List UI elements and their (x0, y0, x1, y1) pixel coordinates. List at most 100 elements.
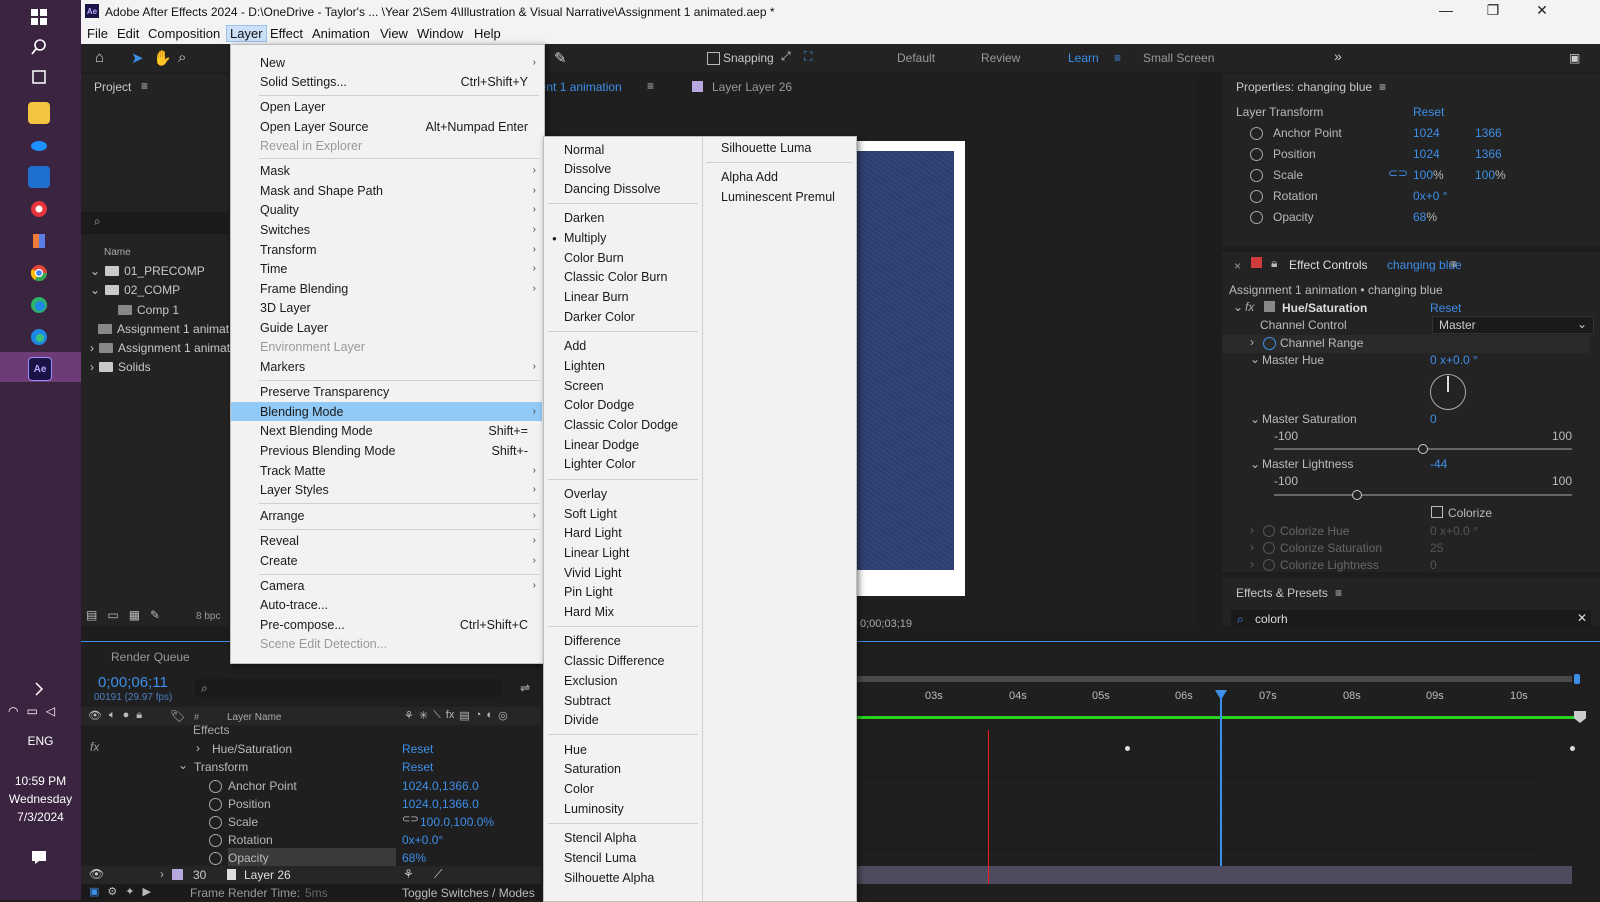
shy-icon[interactable]: ⚘ (403, 867, 414, 881)
bpc-label[interactable]: 8 bpc (196, 611, 220, 622)
blend-mode-multiply[interactable]: ● Multiply (544, 229, 701, 248)
workspace-default[interactable]: Default (897, 51, 935, 65)
master-lightness-value[interactable]: -44 (1430, 457, 1447, 471)
hue-dial[interactable] (1430, 374, 1466, 410)
work-area-bar[interactable] (842, 676, 1572, 682)
menu-layer[interactable]: Layer (226, 25, 267, 42)
adjustment-icon[interactable]: ◐ (486, 709, 493, 722)
preview-icon[interactable]: ▶ (143, 885, 151, 898)
render-icon[interactable]: ✦ (125, 885, 134, 898)
blend-mode-darker-color[interactable]: Darker Color (544, 307, 701, 326)
fx-icon[interactable]: fx (1245, 300, 1254, 314)
menu-item-markers[interactable]: Markers › (231, 357, 542, 376)
menu-file[interactable]: File (84, 26, 111, 41)
blend-mode-classic-color-burn[interactable]: Classic Color Burn (544, 268, 701, 287)
menu-item-mask-and-shape-path[interactable]: Mask and Shape Path › (231, 181, 542, 200)
windows-start-icon[interactable] (28, 6, 50, 28)
edge-dev-icon[interactable] (28, 326, 50, 348)
onedrive-icon[interactable] (28, 134, 50, 156)
stopwatch-icon[interactable] (1250, 189, 1263, 203)
timeline-position-value[interactable]: 1024.0,1366.0 (402, 797, 479, 811)
list-item[interactable]: › Assignment 1 animat (90, 339, 230, 357)
layer-color-swatch[interactable] (172, 869, 183, 880)
snap-icon[interactable]: ⤢ (781, 49, 791, 64)
notification-icon[interactable] (28, 846, 50, 868)
panel-menu-icon[interactable]: ≡ (1450, 257, 1457, 271)
saturation-slider-track[interactable] (1274, 444, 1572, 454)
chevron-down-icon[interactable]: ⌄ (1233, 300, 1243, 314)
lock-icon[interactable]: 🔒︎ (136, 709, 142, 722)
panel-menu-icon[interactable]: ≡ (1379, 80, 1386, 94)
after-effects-icon[interactable]: Ae (28, 357, 52, 381)
menu-composition[interactable]: Composition (145, 26, 223, 41)
audio-icon[interactable]: 🔈︎ (109, 709, 116, 722)
menu-item-layer-styles[interactable]: Layer Styles › (231, 480, 542, 499)
chevron-right-icon[interactable]: › (1250, 540, 1254, 554)
timeline-timecode[interactable]: 0;00;06;11 (98, 674, 168, 691)
chevron-right-icon[interactable]: › (160, 867, 164, 881)
menu-item-open-layer[interactable]: Open Layer (231, 97, 542, 116)
comp-mini-icon[interactable]: ▣ (89, 885, 99, 898)
menu-item-next-blending-mode[interactable]: Next Blending Mode Shift+= (231, 421, 542, 440)
blend-mode-pin-light[interactable]: Pin Light (544, 583, 701, 602)
timeline-opacity-value[interactable]: 68% (402, 851, 426, 865)
menu-item-solid-settings[interactable]: Solid Settings... Ctrl+Shift+Y (231, 72, 542, 91)
master-hue-value[interactable]: 0 x+0.0 ° (1430, 353, 1478, 367)
list-item[interactable]: ⌄ 01_PRECOMP (90, 262, 205, 280)
blend-mode-hard-light[interactable]: Hard Light (544, 524, 701, 543)
rotation-value[interactable]: 0 (1413, 189, 1420, 203)
effect-reset-link[interactable]: Reset (1430, 301, 1461, 315)
blend-mode-alpha-add[interactable]: Alpha Add (703, 167, 853, 186)
blend-mode-dancing-dissolve[interactable]: Dancing Dissolve (544, 179, 701, 198)
position-y-value[interactable]: 1366 (1475, 147, 1502, 161)
blend-mode-silhouette-luma[interactable]: Silhouette Luma (703, 138, 853, 157)
chevron-down-icon[interactable]: ⌄ (178, 758, 188, 772)
stopwatch-icon[interactable] (1263, 542, 1275, 554)
blend-mode-classic-difference[interactable]: Classic Difference (544, 652, 701, 671)
menu-item-track-matte[interactable]: Track Matte › (231, 461, 542, 480)
chevron-down-icon[interactable]: ⌄ (90, 264, 100, 278)
transform-reset-link[interactable]: Reset (1413, 105, 1444, 119)
blend-mode-dissolve[interactable]: Dissolve (544, 160, 701, 179)
blend-mode-color[interactable]: Color (544, 780, 701, 799)
blend-mode-stencil-alpha[interactable]: Stencil Alpha (544, 829, 701, 848)
stopwatch-icon[interactable] (1263, 559, 1275, 571)
chevron-right-icon[interactable]: › (90, 360, 94, 374)
menu-item-guide-layer[interactable]: Guide Layer (231, 318, 542, 337)
chevron-right-icon[interactable]: › (1250, 335, 1254, 349)
stopwatch-icon[interactable] (209, 851, 222, 865)
timeline-rotation-value[interactable]: 0x+0.0° (402, 833, 443, 847)
blend-mode-hard-mix[interactable]: Hard Mix (544, 603, 701, 622)
blend-mode-normal[interactable]: Normal (544, 140, 701, 159)
denim-texture-layer[interactable] (841, 151, 954, 570)
timeline-anchor-value[interactable]: 1024.0,1366.0 (402, 779, 479, 793)
solo-icon[interactable]: ● (123, 709, 130, 722)
colorize-checkbox[interactable] (1431, 506, 1443, 518)
toggle-switches-modes[interactable]: Toggle Switches / Modes (402, 886, 535, 900)
outlook-icon[interactable] (28, 166, 50, 188)
blend-mode-difference[interactable]: Difference (544, 632, 701, 651)
menu-item-previous-blending-mode[interactable]: Previous Blending Mode Shift+- (231, 441, 542, 460)
layer-name[interactable]: Layer 26 (244, 868, 291, 882)
blend-mode-add[interactable]: Add (544, 337, 701, 356)
timeline-options-icon[interactable]: ⇌ (520, 681, 530, 695)
workspace-learn[interactable]: Learn (1068, 51, 1099, 65)
chrome-icon[interactable] (28, 262, 50, 284)
motion-blur-icon[interactable]: ◔ (475, 709, 482, 722)
stopwatch-icon[interactable] (209, 815, 222, 829)
timeline-scale-value[interactable]: 100.0,100.0% (420, 815, 494, 829)
layer-26-bar[interactable] (842, 866, 1572, 884)
saturation-slider-handle[interactable] (1418, 444, 1428, 454)
stopwatch-icon[interactable] (1250, 168, 1263, 182)
blend-mode-color-burn[interactable]: Color Burn (544, 248, 701, 267)
anchor-x-value[interactable]: 1024 (1413, 126, 1440, 140)
blend-mode-vivid-light[interactable]: Vivid Light (544, 563, 701, 582)
eye-icon[interactable]: 👁︎ (89, 867, 104, 881)
blend-mode-color-dodge[interactable]: Color Dodge (544, 396, 701, 415)
keyframe[interactable] (1125, 746, 1130, 751)
blend-mode-lighter-color[interactable]: Lighter Color (544, 455, 701, 474)
new-comp-icon[interactable]: ▦ (129, 608, 140, 622)
eye-icon[interactable]: 👁︎ (88, 709, 102, 722)
blend-mode-screen[interactable]: Screen (544, 376, 701, 395)
zoom-tool-icon[interactable]: ⌕ (178, 49, 186, 66)
